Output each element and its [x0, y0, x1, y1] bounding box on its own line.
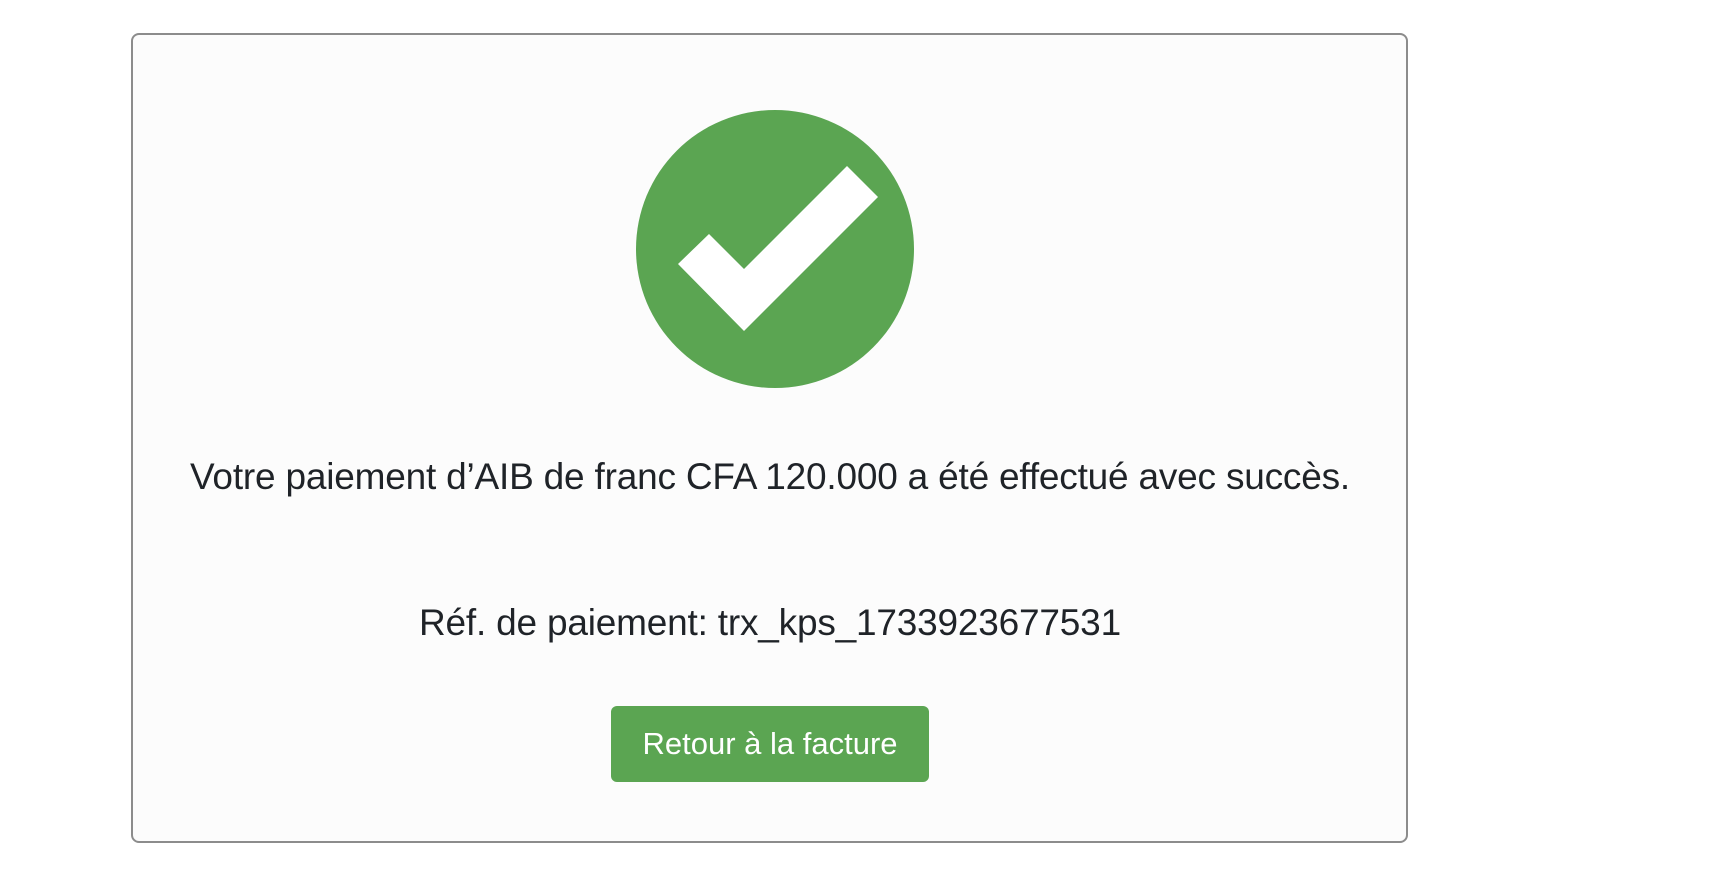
- success-check-circle-icon: [636, 110, 914, 388]
- payment-reference-value: trx_kps_1733923677531: [717, 602, 1121, 643]
- back-to-invoice-button[interactable]: Retour à la facture: [611, 706, 929, 782]
- payment-reference-label: Réf. de paiement:: [419, 602, 708, 643]
- payment-success-message: Votre paiement d’AIB de franc CFA 120.00…: [190, 456, 1350, 497]
- payment-reference: Réf. de paiement: trx_kps_1733923677531: [180, 598, 1360, 648]
